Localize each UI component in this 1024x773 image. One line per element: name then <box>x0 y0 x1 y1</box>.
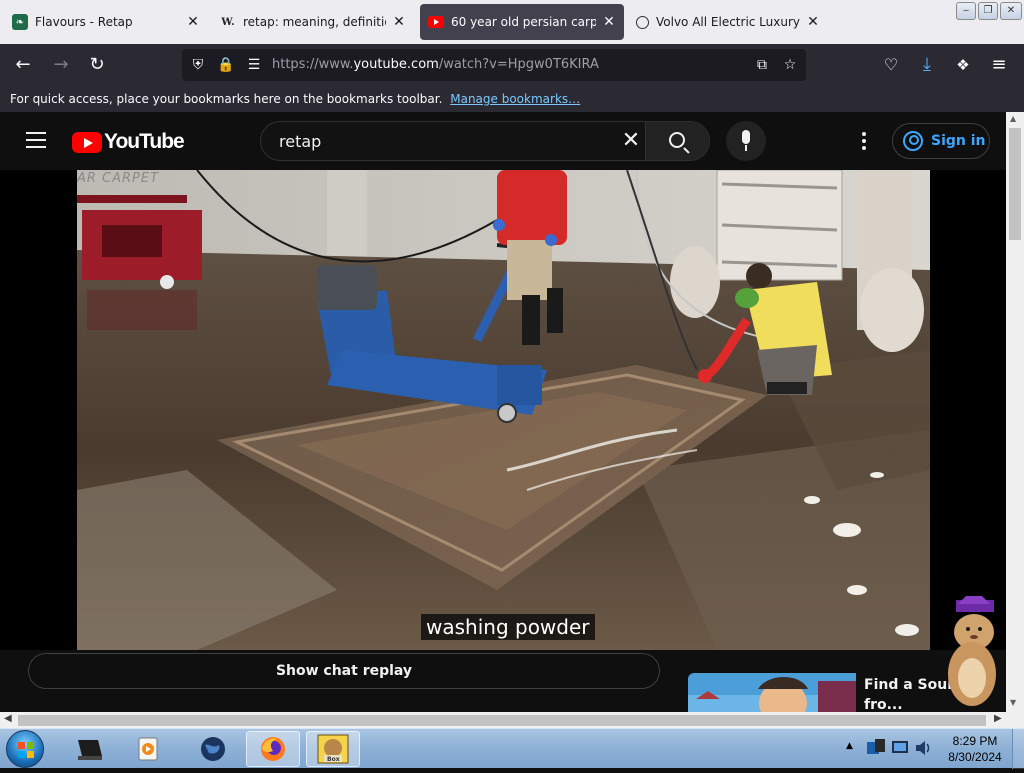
tab-title: Flavours - Retap <box>35 15 133 29</box>
clear-search-icon[interactable]: ✕ <box>619 129 643 153</box>
svg-text:Box: Box <box>327 756 340 763</box>
tab-persian-carpet[interactable]: 60 year old persian carpet th ✕ <box>420 4 624 40</box>
video-frame[interactable]: AR CARPET <box>77 170 930 650</box>
minimize-icon[interactable]: ‒ <box>956 2 976 20</box>
windows-explorer-icon[interactable] <box>62 731 116 767</box>
shield-icon[interactable]: ⛨ <box>188 55 208 75</box>
scroll-left-icon[interactable]: ◀ <box>4 713 12 724</box>
hamburger-menu-icon[interactable] <box>26 132 46 148</box>
below-player-area: Show chat replay Find a Soulmate fro... <box>0 650 1006 713</box>
search-box[interactable]: retap ✕ <box>260 121 710 161</box>
show-chat-replay-button[interactable]: Show chat replay <box>28 653 660 689</box>
windows-taskbar: Box ▲ 8:29 PM 8/30/2024 <box>0 728 1024 769</box>
start-button-icon[interactable] <box>6 730 44 768</box>
close-tab-icon[interactable]: ✕ <box>602 15 616 29</box>
account-icon <box>903 131 923 151</box>
globe-icon[interactable] <box>186 731 240 767</box>
menu-icon[interactable]: ≡ <box>988 54 1010 76</box>
lock-icon[interactable]: 🔒 <box>216 55 236 75</box>
bookmarks-message: For quick access, place your bookmarks h… <box>10 92 443 106</box>
scroll-up-icon[interactable]: ▲ <box>1010 114 1016 123</box>
manage-bookmarks-link[interactable]: Manage bookmarks… <box>450 92 580 106</box>
picture-in-picture-icon[interactable]: ⧉ <box>752 55 772 75</box>
youtube-logo-text: YouTube <box>104 130 185 153</box>
scroll-down-icon[interactable]: ▼ <box>1010 698 1016 707</box>
search-input[interactable]: retap <box>279 132 321 151</box>
system-clock[interactable]: 8:29 PM 8/30/2024 <box>944 733 1006 765</box>
address-bar[interactable]: ⛨ 🔒 ☰ https://www.youtube.com/watch?v=Hp… <box>182 49 806 81</box>
firefox-icon[interactable] <box>246 731 300 767</box>
clock-date: 8/30/2024 <box>948 750 1002 764</box>
show-hidden-icons-icon[interactable]: ▲ <box>846 741 853 751</box>
extensions-icon[interactable]: ❖ <box>952 54 974 76</box>
volume-icon[interactable] <box>914 738 932 758</box>
close-tab-icon[interactable]: ✕ <box>186 15 200 29</box>
forward-arrow-icon[interactable]: → <box>50 54 72 76</box>
window-controls: ‒ ❐ ✕ <box>956 2 1022 20</box>
bookmarks-toolbar: For quick access, place your bookmarks h… <box>0 86 1024 112</box>
close-tab-icon[interactable]: ✕ <box>392 15 406 29</box>
close-tab-icon[interactable]: ✕ <box>806 15 820 29</box>
media-player-icon[interactable] <box>122 731 176 767</box>
system-tray: ▲ 8:29 PM 8/30/2024 <box>840 729 1024 769</box>
horizontal-scrollbar[interactable]: ◀ ▶ <box>0 712 1024 728</box>
show-desktop-button[interactable] <box>1012 729 1024 769</box>
clock-time: 8:29 PM <box>952 734 998 748</box>
reload-icon[interactable]: ↻ <box>86 54 108 76</box>
retap-leaf-icon: ❧ <box>12 14 28 30</box>
scroll-right-icon[interactable]: ▶ <box>994 713 1002 724</box>
download-icon[interactable]: ⤓ <box>916 54 938 76</box>
back-arrow-icon[interactable]: ← <box>12 54 34 76</box>
tab-flavours-retap[interactable]: ❧ Flavours - Retap ✕ <box>4 4 208 40</box>
tab-volvo[interactable]: Volvo All Electric Luxury Vehi ✕ <box>628 4 828 40</box>
tab-title: 60 year old persian carpet th <box>451 15 596 29</box>
tab-title: retap: meaning, definition - W <box>243 15 386 29</box>
tab-strip: ❧ Flavours - Retap ✕ W. retap: meaning, … <box>0 0 1024 44</box>
tab-retap-wiktionary[interactable]: W. retap: meaning, definition - W ✕ <box>212 4 414 40</box>
the-box-game-icon[interactable]: Box <box>306 731 360 767</box>
action-center-icon[interactable] <box>864 737 888 759</box>
sign-in-button[interactable]: Sign in <box>892 123 990 159</box>
bookmark-star-icon[interactable]: ☆ <box>780 55 800 75</box>
navigation-toolbar: ← → ↻ ⛨ 🔒 ☰ https://www.youtube.com/watc… <box>0 44 1024 86</box>
hamster-sticker-overlay <box>942 596 1004 706</box>
video-player[interactable]: AR CARPET <box>0 170 1006 650</box>
search-icon <box>669 132 685 148</box>
more-options-icon[interactable] <box>862 132 866 153</box>
youtube-logo[interactable]: YouTube <box>72 130 185 154</box>
youtube-play-icon <box>72 131 102 153</box>
youtube-icon <box>428 14 444 30</box>
volvo-icon <box>636 15 649 29</box>
voice-search-mic-icon[interactable] <box>726 121 766 161</box>
horizontal-scroll-thumb[interactable] <box>18 715 986 726</box>
vertical-scroll-thumb[interactable] <box>1009 128 1021 240</box>
network-icon[interactable] <box>890 737 910 759</box>
tab-title: Volvo All Electric Luxury Vehi <box>656 15 800 29</box>
permissions-icon[interactable]: ☰ <box>244 55 264 75</box>
wiktionary-icon: W. <box>221 16 235 28</box>
close-window-icon[interactable]: ✕ <box>1000 2 1022 20</box>
video-watermark: AR CARPET <box>77 171 159 186</box>
carpet-washing-scene: AR CARPET <box>77 170 930 650</box>
search-button[interactable] <box>645 122 709 160</box>
restore-icon[interactable]: ❐ <box>978 2 998 20</box>
youtube-header: YouTube retap ✕ Sign in <box>0 112 1006 170</box>
vertical-scrollbar[interactable]: ▲ ▼ <box>1006 112 1024 712</box>
pocket-icon[interactable]: ♡ <box>880 54 902 76</box>
sign-in-label: Sign in <box>931 133 986 149</box>
url-text[interactable]: https://www.youtube.com/watch?v=Hpgw0T6K… <box>272 57 599 72</box>
ad-thumbnail[interactable] <box>688 673 856 712</box>
video-caption: washing powder <box>421 614 595 640</box>
